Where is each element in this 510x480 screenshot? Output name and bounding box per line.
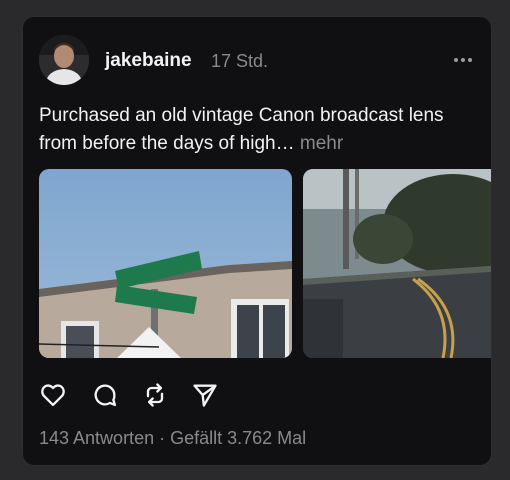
repost-arrows-icon <box>146 383 164 407</box>
more-options-button[interactable] <box>451 53 475 65</box>
username[interactable]: jakebaine <box>105 50 192 72</box>
repost-button[interactable] <box>141 381 169 409</box>
post-text: Purchased an old vintage Canon broadcast… <box>39 102 479 158</box>
post-body: Purchased an old vintage Canon broadcast… <box>39 105 444 154</box>
more-horizontal-icon <box>454 58 472 62</box>
action-bar <box>39 381 239 411</box>
reply-button[interactable] <box>91 381 119 409</box>
share-button[interactable] <box>191 381 219 409</box>
stats-separator: · <box>154 428 171 448</box>
media-image-road[interactable] <box>303 169 491 358</box>
more-link[interactable]: mehr <box>300 133 343 154</box>
post-card: jakebaine 17 Std. Purchased an old vinta… <box>22 16 492 466</box>
like-button[interactable] <box>39 381 67 409</box>
send-paper-plane-icon <box>193 384 217 407</box>
media-image-street-sign[interactable] <box>39 169 292 358</box>
timestamp: 17 Std. <box>211 51 269 71</box>
comment-bubble-icon <box>94 384 117 407</box>
replies-count[interactable]: 143 Antworten <box>39 428 154 448</box>
likes-count[interactable]: Gefällt 3.762 Mal <box>170 428 306 448</box>
heart-icon <box>41 384 65 407</box>
post-stats: 143 Antworten · Gefällt 3.762 Mal <box>39 428 306 449</box>
avatar[interactable] <box>39 35 89 85</box>
